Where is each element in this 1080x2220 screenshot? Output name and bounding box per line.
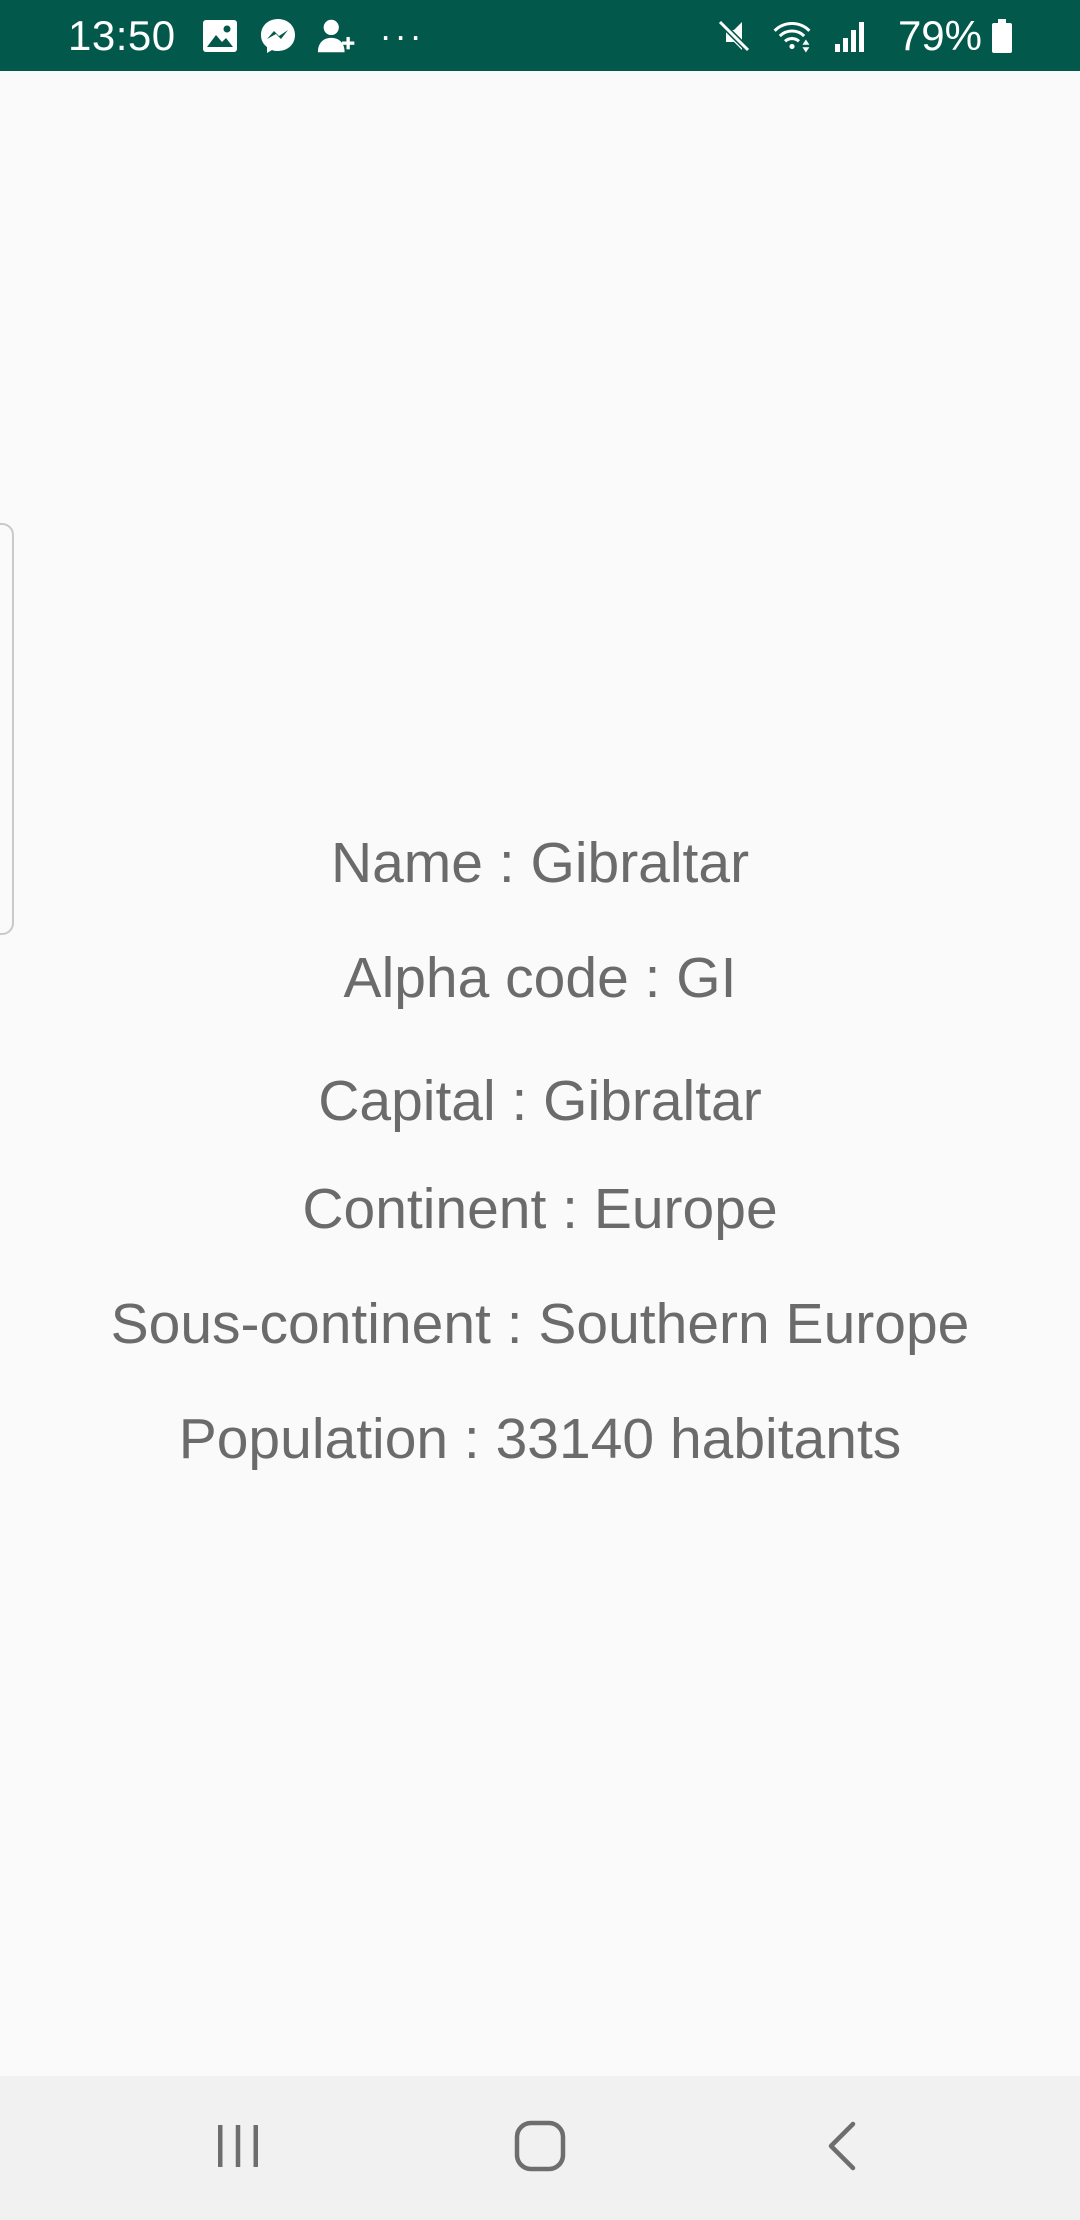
recents-button[interactable] bbox=[178, 2076, 298, 2220]
more-dots-icon: ··· bbox=[379, 14, 425, 56]
status-time: 13:50 bbox=[68, 11, 176, 59]
navigation-bar bbox=[0, 2076, 1080, 2220]
status-bar: 13:50 ··· 79% bbox=[0, 0, 1080, 71]
home-icon bbox=[514, 2120, 566, 2177]
battery-percent: 79% bbox=[897, 11, 982, 59]
battery-icon bbox=[990, 16, 1014, 56]
country-name-text: Name : Gibraltar bbox=[330, 831, 750, 895]
population-text: Population : 33140 habitants bbox=[178, 1407, 902, 1471]
subcontinent-text: Sous-continent : Southern Europe bbox=[110, 1292, 970, 1356]
signal-icon bbox=[830, 16, 870, 56]
mute-icon bbox=[714, 16, 754, 56]
back-button[interactable] bbox=[782, 2076, 902, 2220]
home-button[interactable] bbox=[480, 2076, 600, 2220]
continent-text: Continent : Europe bbox=[302, 1177, 778, 1241]
status-left-group: 13:50 ··· bbox=[68, 0, 425, 71]
add-contact-icon bbox=[316, 16, 356, 56]
capital-text: Capital : Gibraltar bbox=[318, 1069, 762, 1133]
gallery-icon bbox=[200, 16, 240, 56]
wifi-icon bbox=[772, 16, 812, 56]
recents-icon bbox=[214, 2123, 262, 2174]
alpha-code-text: Alpha code : GI bbox=[343, 946, 737, 1010]
status-right-group: 79% bbox=[714, 0, 1014, 71]
messenger-icon bbox=[258, 16, 298, 56]
back-icon bbox=[825, 2120, 859, 2177]
